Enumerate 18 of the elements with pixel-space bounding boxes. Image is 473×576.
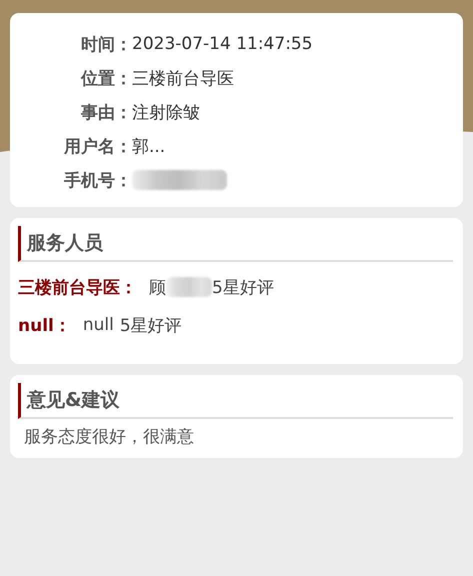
field-value: 2023-07-14 11:47:55 bbox=[132, 34, 313, 54]
field-label: 时间： bbox=[80, 34, 132, 56]
field-label: 位置： bbox=[80, 68, 132, 90]
staff-rating: 5星好评 bbox=[120, 314, 182, 336]
field-label: 用户名： bbox=[62, 136, 132, 158]
staff-role: 三楼前台导医： bbox=[18, 276, 137, 298]
field-value: 注射除皱 bbox=[132, 102, 200, 124]
field-label: 事由： bbox=[80, 102, 132, 124]
staff-rating: 5星好评 bbox=[212, 276, 274, 298]
field-value: 三楼前台导医 bbox=[132, 68, 234, 90]
staff-name: null bbox=[82, 315, 114, 335]
staff-role: null： bbox=[18, 314, 71, 336]
section-title: 服务人员 bbox=[18, 226, 453, 262]
feedback-text: 服务态度很好，很满意 bbox=[23, 426, 195, 448]
staff-name: 顾 bbox=[149, 276, 166, 298]
field-label: 手机号： bbox=[63, 170, 132, 192]
section-title: 意见&建议 bbox=[18, 383, 453, 419]
field-value: 郭... bbox=[132, 136, 166, 158]
